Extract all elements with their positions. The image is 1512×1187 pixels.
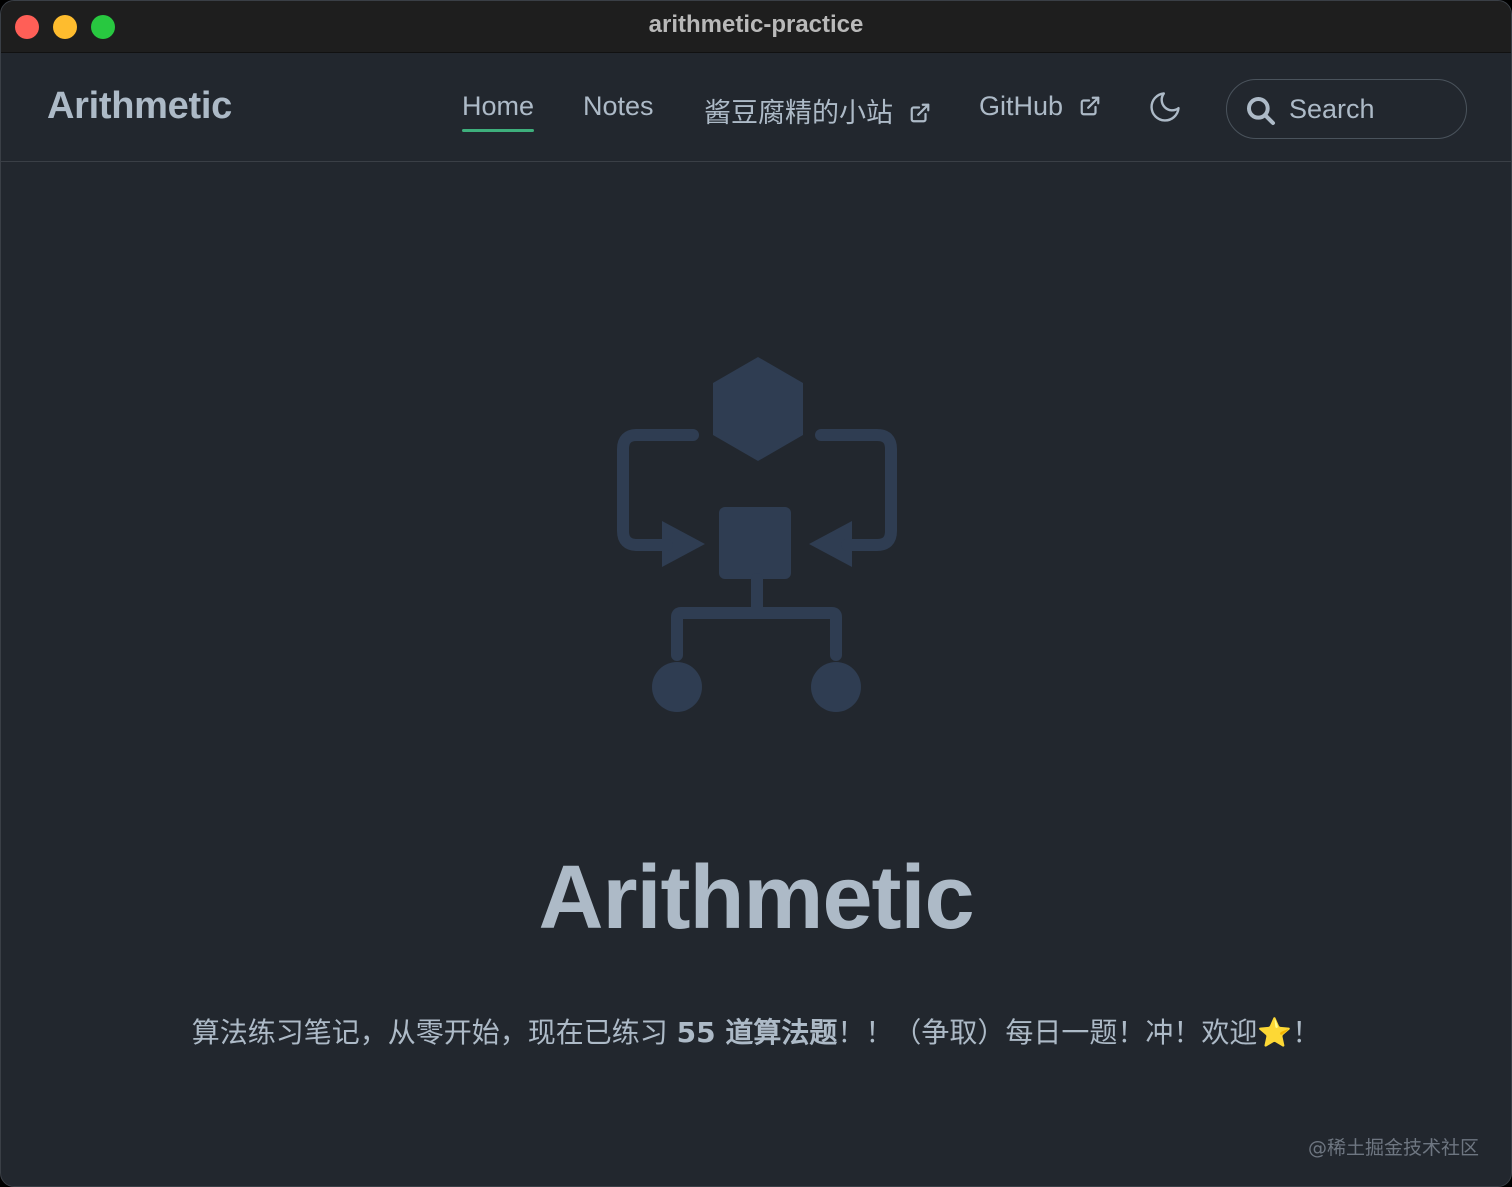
external-link-icon xyxy=(910,103,929,123)
window-title: arithmetic-practice xyxy=(648,11,864,38)
hero-title: Arithmetic xyxy=(538,848,974,948)
title-bar: arithmetic-practice xyxy=(1,1,1511,53)
nav-link-blog[interactable]: 酱豆腐精的小站 xyxy=(704,91,931,130)
hero-description: 算法练习笔记，从零开始，现在已练习 55 道算法题！！（争取）每日一题！冲！欢迎… xyxy=(1,1011,1511,1051)
problem-count: 55 道算法题 xyxy=(676,1016,838,1049)
nav-link-notes[interactable]: Notes xyxy=(583,91,654,122)
nav-link-label: Home xyxy=(462,91,535,121)
navbar: Arithmetic Home Notes 酱豆腐精的小站 GitHub xyxy=(1,53,1511,162)
search-box[interactable] xyxy=(1226,79,1467,139)
search-icon xyxy=(1247,97,1275,125)
search-input[interactable] xyxy=(1287,90,1452,128)
hero-description-text: 算法练习笔记，从零开始，现在已练习 xyxy=(191,1016,677,1049)
hero-description-text: ！！（争取）每日一题！冲！欢迎⭐！ xyxy=(837,1016,1321,1049)
site-brand[interactable]: Arithmetic xyxy=(47,85,232,128)
watermark: @稀土掘金技术社区 xyxy=(1307,1137,1479,1159)
nav-link-github[interactable]: GitHub xyxy=(979,91,1101,122)
moon-icon[interactable] xyxy=(1147,89,1183,125)
external-link-icon xyxy=(1080,96,1099,116)
nav-link-label: GitHub xyxy=(979,91,1064,121)
nav-link-label: 酱豆腐精的小站 xyxy=(704,98,893,128)
nav-link-label: Notes xyxy=(583,91,654,121)
algorithm-flowchart-icon xyxy=(617,357,897,712)
app-window: arithmetic-practice Arithmetic Home Note… xyxy=(0,0,1512,1187)
nav-link-home[interactable]: Home xyxy=(462,91,535,132)
